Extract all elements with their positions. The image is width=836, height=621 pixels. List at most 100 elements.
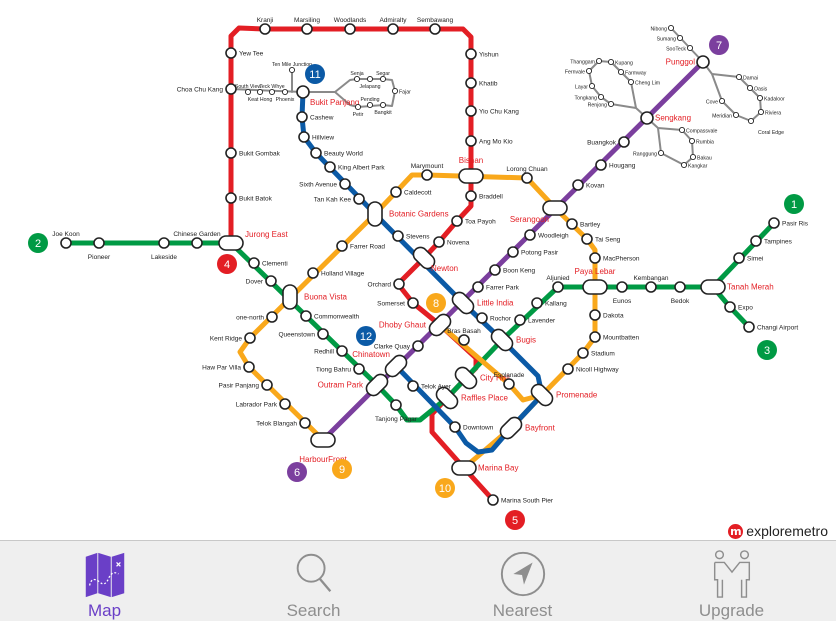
station[interactable]: Cheng Lim	[627, 78, 660, 87]
station[interactable]: Clarke Quay	[374, 340, 424, 352]
station[interactable]: Tongkang	[575, 93, 605, 102]
station[interactable]: Punggol	[666, 55, 710, 69]
station[interactable]: Cove	[706, 97, 726, 106]
station[interactable]: Yew Tee	[225, 47, 264, 59]
station[interactable]: Tiong Bahru	[316, 363, 365, 375]
station[interactable]: Bakau	[689, 153, 712, 162]
station[interactable]: Telok Ayer	[407, 380, 452, 392]
station[interactable]: Holland Village	[307, 267, 365, 279]
station[interactable]: Woodleigh	[524, 229, 569, 241]
station[interactable]: Sengkang	[640, 111, 691, 125]
line-badge-4[interactable]: 4	[217, 254, 237, 274]
station[interactable]: Farrer Park	[472, 281, 520, 293]
station[interactable]: Tampines	[750, 235, 793, 247]
station[interactable]: Choa Chu Kang	[177, 83, 237, 95]
line-badge-6[interactable]: 6	[287, 462, 307, 482]
station[interactable]: Tanah Merah	[700, 279, 774, 295]
station[interactable]: Damai	[735, 73, 758, 82]
station[interactable]: Bishan	[458, 156, 484, 184]
tab-search[interactable]: Search	[209, 541, 418, 621]
station[interactable]: Oasis	[746, 84, 768, 93]
station[interactable]: Coral Edge	[747, 117, 784, 136]
station[interactable]: Dakota	[589, 309, 624, 321]
station[interactable]: Sumang	[657, 34, 684, 43]
station[interactable]: Kovan	[572, 179, 605, 191]
station[interactable]: Rochor	[476, 312, 512, 324]
station[interactable]: Redhill	[314, 345, 348, 357]
station[interactable]: Beauty World	[310, 147, 363, 159]
station[interactable]: Marina South Pier	[487, 494, 554, 506]
station[interactable]: Kupang	[607, 58, 633, 67]
station[interactable]: Dhoby Ghaut	[379, 312, 454, 339]
line-badge-12[interactable]: 12	[356, 326, 376, 346]
station[interactable]: Outram Park	[318, 372, 391, 399]
station[interactable]: Toa Payoh	[451, 215, 496, 227]
station[interactable]: Farrer Road	[336, 240, 385, 252]
station[interactable]: Paya Lebar	[575, 267, 616, 295]
station[interactable]: Bangkit	[374, 101, 392, 116]
station[interactable]: Layar	[575, 82, 596, 91]
station[interactable]: Sixth Avenue	[299, 178, 351, 190]
station[interactable]: Renjong	[588, 100, 615, 109]
station[interactable]: Khatib	[465, 77, 498, 89]
station[interactable]: Ranggung	[633, 149, 665, 158]
station[interactable]: Farmway	[617, 68, 647, 77]
line-badge-7[interactable]: 7	[709, 35, 729, 55]
station[interactable]: Tanjong Pagar	[375, 399, 418, 423]
line-badge-1[interactable]: 1	[784, 194, 804, 214]
station[interactable]: Nicoll Highway	[562, 363, 619, 375]
station[interactable]: Teck Whye	[259, 84, 285, 96]
station[interactable]: Promenade	[529, 382, 598, 409]
station[interactable]: Bayfront	[498, 415, 556, 442]
line-badge-2[interactable]: 2	[28, 233, 48, 253]
line-badge-9[interactable]: 9	[332, 459, 352, 479]
station[interactable]: Bukit Batok	[225, 192, 273, 204]
station[interactable]: Hougang	[595, 159, 636, 171]
station[interactable]: SooTeck	[666, 44, 694, 53]
station[interactable]: Ang Mo Kio	[465, 135, 513, 147]
line-badge-5[interactable]: 5	[505, 510, 525, 530]
station[interactable]: Lorong Chuan	[506, 166, 548, 184]
station[interactable]: Telok Blangah	[256, 417, 311, 429]
station[interactable]: Clementi	[248, 257, 288, 269]
station[interactable]: Stevens	[392, 230, 430, 242]
tab-upgrade[interactable]: Upgrade	[627, 541, 836, 621]
station[interactable]: MacPherson	[589, 252, 640, 264]
station[interactable]: Nibong	[651, 24, 675, 33]
station[interactable]: Potong Pasir	[507, 246, 559, 258]
station[interactable]: Downtown	[449, 421, 494, 433]
station[interactable]: Bartley	[566, 218, 601, 230]
station[interactable]: Mountbatten	[589, 331, 640, 343]
station[interactable]: Stadium	[577, 347, 615, 359]
metro-map[interactable]: Jurong East Bukit Batok Bukit Gombak Choa C…	[0, 0, 836, 540]
station[interactable]: Kangkar	[680, 161, 708, 170]
station[interactable]: Dover	[246, 275, 277, 287]
station[interactable]: Botanic Gardens	[367, 201, 449, 227]
station[interactable]: Simei	[733, 252, 763, 264]
station[interactable]: Changi Airport	[743, 321, 798, 333]
station[interactable]: Lavender	[514, 314, 556, 326]
line-badge-11[interactable]: 11	[305, 64, 325, 84]
station[interactable]: Fernvale	[565, 67, 593, 76]
station[interactable]: Bukit Panjang	[296, 85, 359, 107]
tab-map[interactable]: Map	[0, 541, 209, 621]
station[interactable]: Boon Keng	[489, 264, 536, 276]
tab-nearest[interactable]: Nearest	[418, 541, 627, 621]
station[interactable]: Buangkok	[587, 136, 630, 148]
station[interactable]: King Albert Park	[324, 161, 385, 173]
station[interactable]: Buona Vista	[282, 284, 348, 310]
station[interactable]: Braddell	[465, 190, 503, 202]
station[interactable]: Meridian	[712, 111, 740, 120]
station[interactable]: Somerset	[377, 297, 419, 309]
station[interactable]: Marina Bay	[451, 460, 518, 476]
station[interactable]: Commonwealth	[300, 310, 360, 322]
station[interactable]: Caldecott	[390, 186, 432, 198]
station[interactable]: Serangoon	[510, 200, 568, 224]
line-badge-8[interactable]: 8	[426, 293, 446, 313]
station[interactable]: Riviera	[757, 108, 781, 117]
station[interactable]: Haw Par Villa	[202, 361, 255, 373]
station[interactable]: Kadaloor	[756, 94, 785, 103]
station[interactable]: Kent Ridge	[210, 332, 256, 344]
station[interactable]: Bukit Gombak	[225, 147, 281, 159]
station[interactable]: Pasir Panjang	[219, 379, 273, 391]
